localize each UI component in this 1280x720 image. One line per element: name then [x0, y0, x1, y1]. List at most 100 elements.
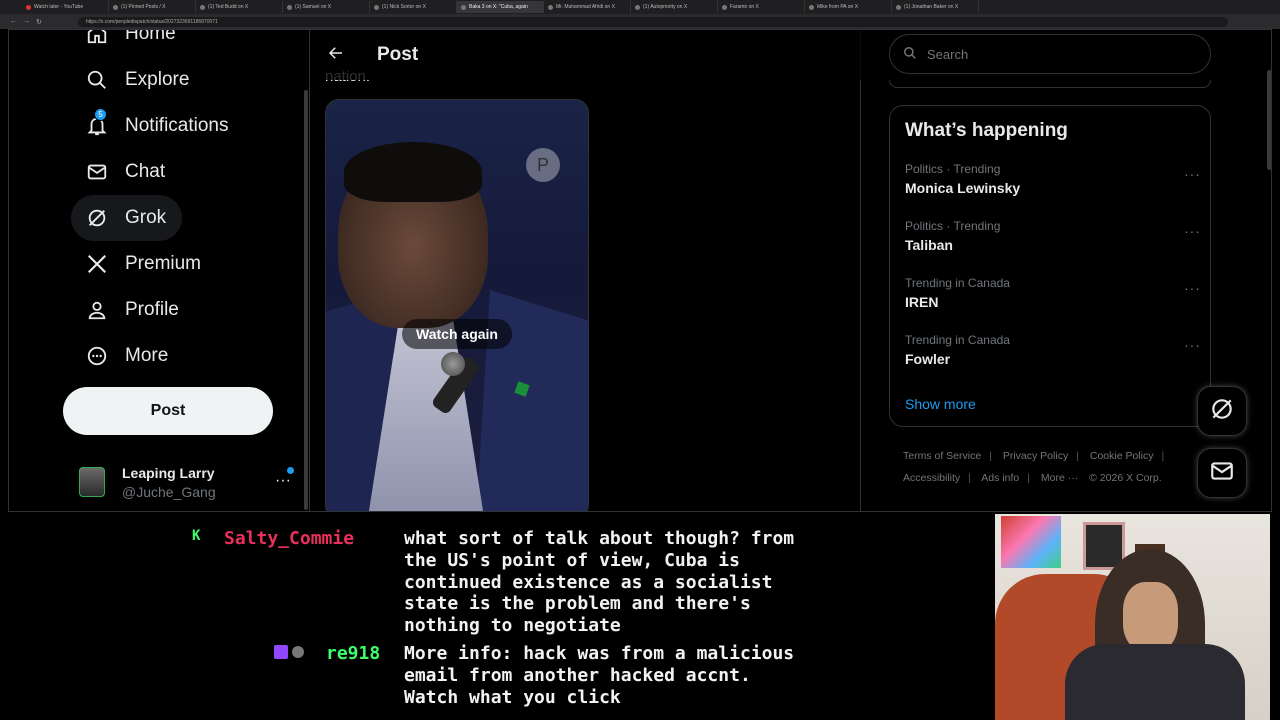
- nav-more[interactable]: More: [71, 333, 184, 379]
- browser-tab[interactable]: (1) Pinned Posts / X: [109, 1, 196, 13]
- grok-float-button[interactable]: [1197, 386, 1247, 436]
- search-placeholder: Search: [927, 46, 969, 62]
- browser-tab[interactable]: Baka 3 on X: "Cuba, again: [457, 1, 544, 13]
- favicon-icon: [635, 4, 640, 10]
- channel-watermark: P: [526, 148, 560, 182]
- home-icon: [85, 30, 109, 46]
- browser-tab[interactable]: (1) Samuel on X: [283, 1, 370, 13]
- browser-tab-label: (1) Pinned Posts / X: [121, 4, 166, 10]
- streamer-body: [1065, 644, 1245, 720]
- nav-home-label: Home: [125, 29, 176, 44]
- nav-home[interactable]: Home: [71, 29, 192, 57]
- more-dots-icon[interactable]: ···: [1184, 166, 1201, 182]
- browser-tab[interactable]: Watch later - YouTube: [22, 1, 109, 13]
- terms-link[interactable]: Terms of Service: [903, 450, 981, 462]
- video-frame-mic-head: [441, 352, 465, 376]
- chat-text-line: the US's point of view, Cuba is: [404, 550, 740, 571]
- more-dots-icon[interactable]: ···: [275, 472, 291, 490]
- more-dots-icon[interactable]: ···: [1184, 337, 1201, 353]
- notification-count-badge: 5: [94, 108, 107, 121]
- chat-text-line: state is the problem and there's: [404, 593, 751, 614]
- favicon-icon: [461, 4, 466, 10]
- forward-nav-icon[interactable]: →: [23, 18, 30, 25]
- browser-tab[interactable]: Mike from PA on X: [805, 1, 892, 13]
- watch-again-button[interactable]: Watch again: [402, 319, 512, 349]
- trend-item[interactable]: Politics · Trending Monica Lewinsky ···: [905, 162, 1205, 196]
- nav-grok[interactable]: Grok: [71, 195, 183, 241]
- back-nav-icon[interactable]: ←: [10, 18, 17, 25]
- trend-name: Taliban: [905, 237, 953, 253]
- unread-dot: [287, 467, 294, 474]
- ads-info-link[interactable]: Ads info: [981, 472, 1019, 484]
- chat-text-line: More info: hack was from a malicious: [404, 643, 795, 664]
- streamer-face: [1123, 582, 1178, 652]
- browser-tab[interactable]: Faramir on X: [718, 1, 805, 13]
- nav-scrollbar[interactable]: [304, 90, 308, 510]
- nav-chat-label: Chat: [125, 161, 166, 182]
- trend-meta: Politics · Trending: [905, 219, 1001, 233]
- privacy-link[interactable]: Privacy Policy: [1003, 450, 1068, 462]
- footer-more-link[interactable]: More ···: [1041, 472, 1078, 484]
- browser-tab-label: Mr. Muhammad Afridi on X: [556, 4, 615, 10]
- trend-name: Monica Lewinsky: [905, 180, 1021, 196]
- chat-badge: K: [192, 528, 201, 544]
- reload-icon[interactable]: ↻: [36, 18, 42, 26]
- show-more-link[interactable]: Show more: [905, 396, 976, 412]
- post-button[interactable]: Post: [63, 387, 273, 435]
- video-player[interactable]: P Watch again: [325, 99, 589, 511]
- browser-tab[interactable]: Mr. Muhammad Afridi on X: [544, 1, 631, 13]
- browser-tab[interactable]: (1) Jonathan Baker on X: [892, 1, 979, 13]
- favicon-icon: [26, 4, 31, 10]
- trend-item[interactable]: Trending in Canada IREN ···: [905, 276, 1205, 310]
- person-icon: [85, 298, 109, 322]
- nav-explore-label: Explore: [125, 69, 190, 90]
- more-dots-icon[interactable]: ···: [1184, 280, 1201, 296]
- grok-icon: [1209, 396, 1235, 427]
- browser-tab[interactable]: (1) Nick Sortor on X: [370, 1, 457, 13]
- trend-meta: Politics · Trending: [905, 162, 1001, 176]
- account-handle: @Juche_Gang: [122, 483, 216, 500]
- search-icon: [903, 46, 917, 63]
- page-title: Post: [377, 44, 419, 65]
- accessibility-link[interactable]: Accessibility: [903, 472, 960, 484]
- trend-item[interactable]: Politics · Trending Taliban ···: [905, 219, 1205, 253]
- webcam-feed: [995, 514, 1270, 720]
- nav-more-label: More: [125, 345, 169, 366]
- messages-float-button[interactable]: [1197, 448, 1247, 498]
- previous-card-edge: [889, 80, 1211, 88]
- favicon-icon: [548, 4, 553, 10]
- nav-profile-label: Profile: [125, 299, 179, 320]
- address-field[interactable]: https://x.com/peopledispatch/status/2027…: [77, 16, 1228, 27]
- favicon-icon: [113, 4, 118, 10]
- nav-chat[interactable]: Chat: [71, 149, 181, 195]
- nav-explore[interactable]: Explore: [71, 57, 205, 103]
- back-arrow-icon[interactable]: [327, 44, 347, 67]
- cookie-link[interactable]: Cookie Policy: [1090, 450, 1154, 462]
- nav-profile[interactable]: Profile: [71, 287, 195, 333]
- more-circle-icon: [85, 344, 109, 368]
- browser-tab[interactable]: (1) Autopriority on X: [631, 1, 718, 13]
- favicon-icon: [287, 4, 292, 10]
- browser-tab[interactable]: (1) Ted Budd on X: [196, 1, 283, 13]
- nav-premium[interactable]: Premium: [71, 241, 217, 287]
- nav-notifications[interactable]: 5 Notifications: [71, 103, 245, 149]
- chat-text-line: continued existence as a socialist: [404, 572, 773, 593]
- trend-meta: Trending in Canada: [905, 276, 1010, 290]
- favicon-icon: [809, 4, 814, 10]
- trend-item[interactable]: Trending in Canada Fowler ···: [905, 333, 1205, 367]
- trend-meta: Trending in Canada: [905, 333, 1010, 347]
- nav-notifications-label: Notifications: [125, 115, 229, 136]
- page-scrollbar[interactable]: [1267, 70, 1271, 170]
- browser-tab-label: (1) Ted Budd on X: [208, 4, 249, 10]
- grok-icon: [85, 206, 109, 230]
- account-switcher[interactable]: Leaping Larry @Juche_Gang ···: [79, 460, 294, 504]
- user-badge-icon: [292, 646, 304, 658]
- search-input[interactable]: Search: [889, 34, 1211, 74]
- stream-chat-overlay: K Salty_Commie what sort of talk about t…: [0, 512, 990, 720]
- left-nav: Home Explore 5 Notifications Chat Grok P…: [71, 29, 311, 379]
- mail-icon: [85, 160, 109, 184]
- more-dots-icon[interactable]: ···: [1184, 223, 1201, 239]
- mail-icon: [1209, 458, 1235, 489]
- browser-tab-label: (1) Nick Sortor on X: [382, 4, 426, 10]
- nav-premium-label: Premium: [125, 253, 202, 274]
